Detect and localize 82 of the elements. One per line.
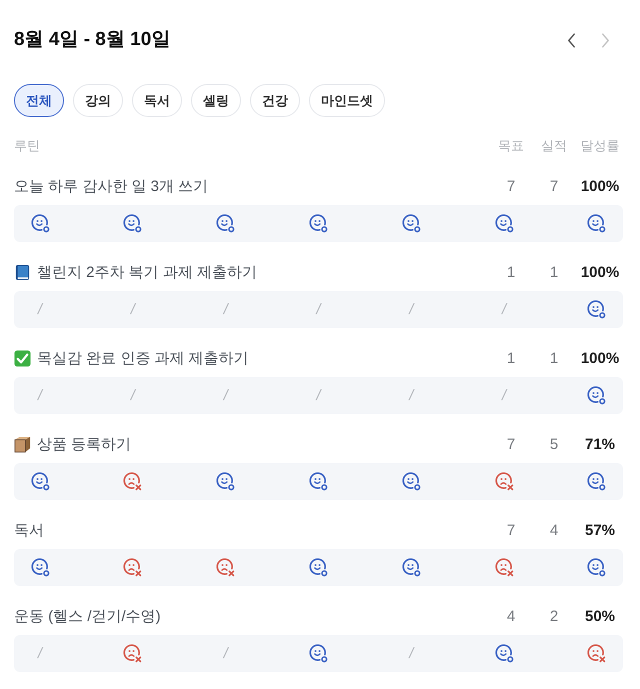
routine-title: 챌린지 2주차 복기 과제 제출하기 [37,262,258,282]
smile-face-icon[interactable] [215,213,236,234]
sad-face-icon[interactable] [215,557,236,578]
smile-face-icon[interactable] [586,213,608,234]
smile-face-icon[interactable] [400,557,422,578]
actual-count: 7 [548,178,560,194]
achievement-rate: 71% [584,436,616,452]
smile-face-icon[interactable] [586,471,608,492]
routine-title: 목실감 완료 인증 과제 제출하기 [37,348,249,368]
week-range-title: 8월 4일 - 8월 10일 [14,28,170,52]
no-record-mark: / [409,301,414,318]
sad-face-icon[interactable] [586,643,608,664]
routine-title: 오늘 하루 감사한 일 3개 쓰기 [14,176,208,196]
book-icon [14,264,31,280]
actual-count: 2 [548,608,560,624]
goal-count: 7 [506,522,516,538]
smile-face-icon[interactable] [308,471,329,492]
achievement-rate: 50% [584,608,616,624]
actual-count: 4 [548,522,560,538]
goal-count: 4 [506,608,516,624]
smile-face-icon[interactable] [30,471,50,492]
goal-count: 7 [506,436,516,452]
no-record-mark: / [130,301,135,318]
actual-column-header: 실적 [540,137,568,155]
no-record-mark: / [130,387,135,404]
actual-count: 1 [548,350,560,366]
sad-face-icon[interactable] [122,557,144,578]
goal-count: 1 [506,264,516,280]
smile-face-icon[interactable] [30,213,50,234]
routine-title: 독서 [14,520,44,540]
chevron-right-icon [600,32,610,48]
routine-title: 상품 등록하기 [37,434,132,454]
smile-face-icon[interactable] [122,213,144,234]
goal-column-header: 목표 [497,137,525,155]
no-record-mark: / [316,387,321,404]
achievement-rate: 100% [580,178,620,194]
sad-face-icon[interactable] [122,471,144,492]
smile-face-icon[interactable] [586,299,608,320]
no-record-mark: / [409,645,414,662]
actual-count: 5 [548,436,560,452]
sad-face-icon[interactable] [122,643,144,664]
smile-face-icon[interactable] [494,643,515,664]
smile-face-icon[interactable] [308,213,329,234]
no-record-mark: / [409,387,414,404]
sad-face-icon[interactable] [494,557,515,578]
no-record-mark: / [224,387,228,404]
smile-face-icon[interactable] [586,385,608,406]
achievement-rate: 57% [584,522,616,538]
filter-chip[interactable]: 건강 [250,84,300,117]
no-record-mark: / [38,387,42,404]
smile-face-icon[interactable] [494,213,515,234]
smile-face-icon[interactable] [586,557,608,578]
smile-face-icon[interactable] [400,471,422,492]
no-record-mark: / [38,645,42,662]
no-record-mark: / [38,301,42,318]
filter-chip[interactable]: 강의 [73,84,123,117]
rate-column-header: 달성률 [580,137,620,155]
chevron-left-icon [566,32,576,48]
filter-chip[interactable]: 셀링 [191,84,241,117]
goal-count: 7 [506,178,516,194]
filter-chip[interactable]: 독서 [132,84,182,117]
smile-face-icon[interactable] [308,557,329,578]
routine-column-header: 루틴 [14,137,41,155]
no-record-mark: / [224,301,228,318]
smile-face-icon[interactable] [308,643,329,664]
package-icon [14,436,31,452]
smile-face-icon[interactable] [215,471,236,492]
no-record-mark: / [316,301,321,318]
smile-face-icon[interactable] [400,213,422,234]
routine-title: 운동 (헬스 /걷기/수영) [14,606,161,626]
filter-chip[interactable]: 마인드셋 [309,84,385,117]
no-record-mark: / [502,387,506,404]
no-record-mark: / [502,301,506,318]
achievement-rate: 100% [580,350,620,366]
filter-chip[interactable]: 전체 [14,84,64,117]
sad-face-icon[interactable] [494,471,515,492]
smile-face-icon[interactable] [30,557,50,578]
check-icon [14,350,31,366]
goal-count: 1 [506,350,516,366]
achievement-rate: 100% [580,264,620,280]
no-record-mark: / [224,645,228,662]
actual-count: 1 [548,264,560,280]
